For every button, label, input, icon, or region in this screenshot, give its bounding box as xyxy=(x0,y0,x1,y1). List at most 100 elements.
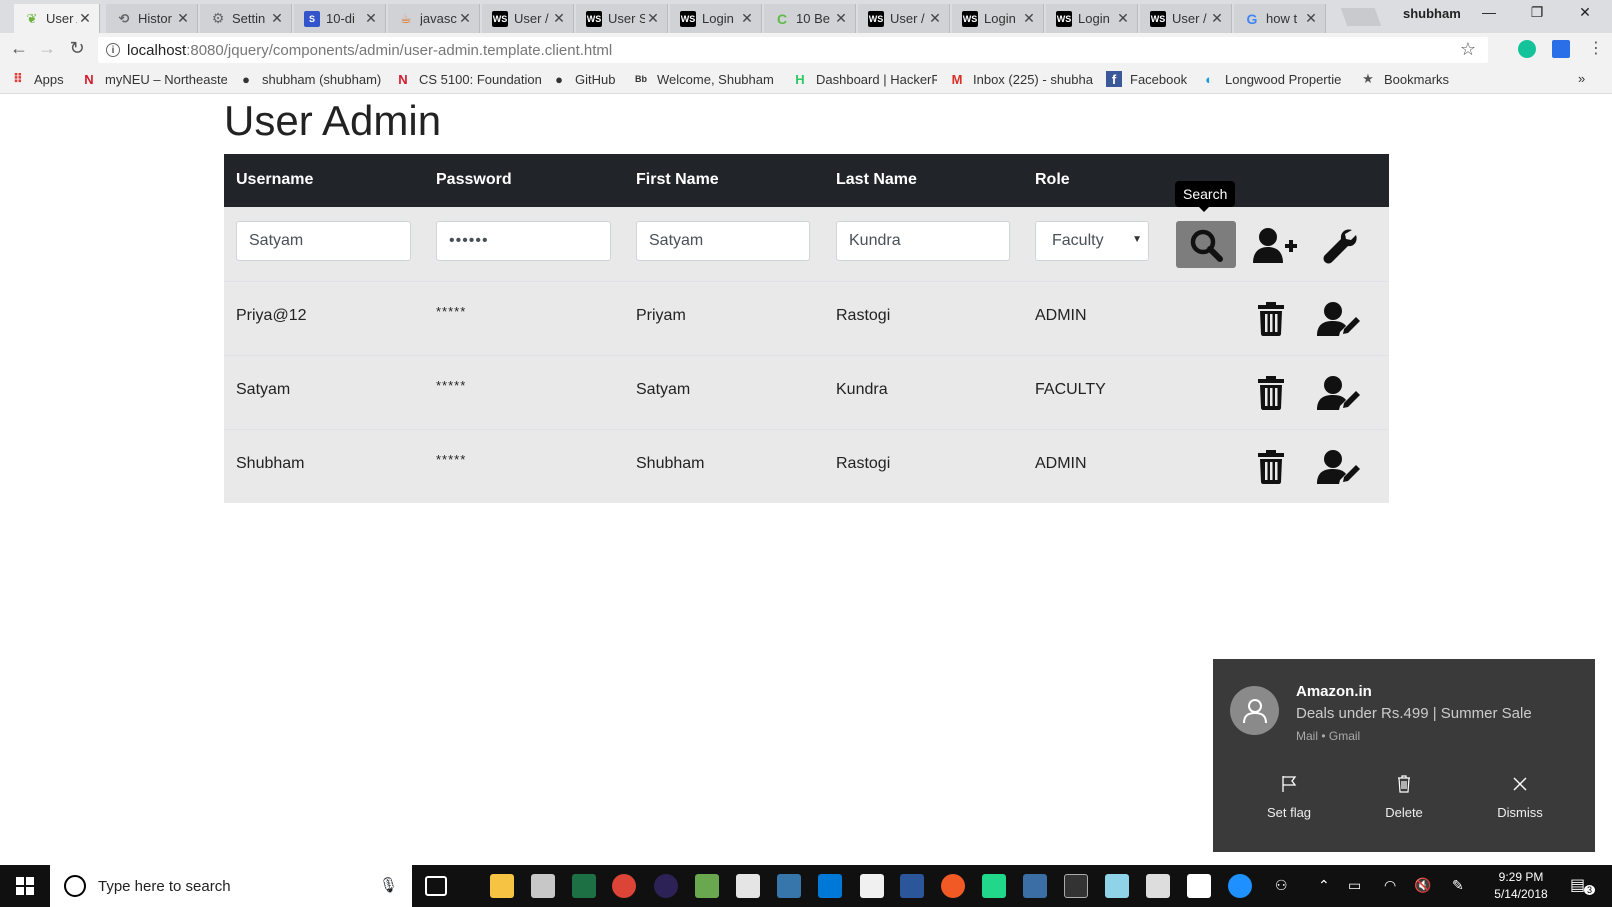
tab-google-how[interactable]: G how t ✕ xyxy=(1234,4,1326,33)
system-clock[interactable]: 9:29 PM 5/14/2018 xyxy=(1486,869,1556,903)
edit-button[interactable] xyxy=(1316,374,1362,412)
close-icon[interactable]: ✕ xyxy=(1021,10,1037,27)
bookmark-star-icon[interactable]: ☆ xyxy=(1460,39,1476,60)
add-user-button[interactable] xyxy=(1252,225,1298,265)
tab-user-admin[interactable]: ❦ User A ✕ xyxy=(14,4,100,33)
search-button[interactable] xyxy=(1176,221,1236,268)
close-icon[interactable]: ✕ xyxy=(363,10,379,27)
window-close-icon[interactable]: ✕ xyxy=(1562,4,1608,21)
taskbar-search[interactable]: Type here to search 🎙 xyxy=(50,865,412,907)
word-icon[interactable] xyxy=(900,874,924,898)
notepad-icon[interactable] xyxy=(736,874,760,898)
close-icon[interactable]: ✕ xyxy=(1303,10,1319,27)
close-icon[interactable]: ✕ xyxy=(833,10,849,27)
sql-workbench-icon[interactable] xyxy=(1023,874,1047,898)
tab-user-2[interactable]: WS User S ✕ xyxy=(576,4,668,33)
back-arrow-icon[interactable]: ← xyxy=(7,38,31,59)
task-view-icon[interactable] xyxy=(425,876,447,896)
close-icon[interactable]: ✕ xyxy=(739,10,755,27)
close-icon[interactable]: ✕ xyxy=(645,10,661,27)
close-icon[interactable]: ✕ xyxy=(551,10,567,27)
username-input[interactable] xyxy=(236,221,411,261)
bookmark-gmail[interactable]: M Inbox (225) - shubha xyxy=(949,71,1094,87)
tab-login-3[interactable]: WS Login ✕ xyxy=(1046,4,1138,33)
battery-icon[interactable]: ▭ xyxy=(1348,877,1361,894)
virtualbox-icon[interactable] xyxy=(1105,874,1129,898)
mail-notification[interactable]: Amazon.in Deals under Rs.499 | Summer Sa… xyxy=(1213,659,1595,852)
wifi-icon[interactable]: ◠ xyxy=(1384,877,1396,894)
bookmark-cs5100[interactable]: N CS 5100: Foundation xyxy=(395,71,541,87)
tab-javascript[interactable]: ☕ javasc ✕ xyxy=(388,4,480,33)
edit-button[interactable] xyxy=(1316,300,1362,338)
terminal-icon[interactable] xyxy=(1064,874,1088,898)
store-icon[interactable] xyxy=(531,874,555,898)
forward-arrow-icon[interactable]: → xyxy=(35,38,59,59)
action-center-icon[interactable]: ▤ 3 xyxy=(1570,875,1596,895)
bookmark-folder[interactable]: ★ Bookmarks xyxy=(1360,71,1449,87)
chrome-icon[interactable] xyxy=(612,874,636,898)
restore-icon[interactable]: ❐ xyxy=(1514,4,1560,21)
address-bar[interactable]: i localhost:8080/jquery/components/admin… xyxy=(98,37,1488,63)
close-icon[interactable]: ✕ xyxy=(927,10,943,27)
tab-user-1[interactable]: WS User / ✕ xyxy=(482,4,574,33)
edge-icon[interactable] xyxy=(818,874,842,898)
bookmark-apps[interactable]: ⠿ Apps xyxy=(10,71,64,87)
tab-login-2[interactable]: WS Login ✕ xyxy=(952,4,1044,33)
close-icon[interactable]: ✕ xyxy=(77,10,93,27)
update-button[interactable] xyxy=(1319,225,1359,267)
tab-10-di[interactable]: S 10-di ✕ xyxy=(294,4,386,33)
close-icon[interactable]: ✕ xyxy=(1209,10,1225,27)
help-icon[interactable] xyxy=(1228,874,1252,898)
first-name-input[interactable] xyxy=(636,221,810,261)
windows-start-button[interactable] xyxy=(16,877,34,900)
role-select[interactable]: Faculty ▼ xyxy=(1035,221,1149,261)
people-icon[interactable]: ⚇ xyxy=(1275,877,1288,894)
bookmark-facebook[interactable]: f Facebook xyxy=(1106,71,1187,87)
bookmark-longwood[interactable]: ◐ Longwood Propertie xyxy=(1201,71,1346,87)
eclipse-icon[interactable] xyxy=(654,874,678,898)
bookmark-github[interactable]: ● GitHub xyxy=(551,71,615,87)
set-flag-button[interactable]: Set flag xyxy=(1239,769,1339,820)
close-icon[interactable]: ✕ xyxy=(269,10,285,27)
tab-10-be[interactable]: C 10 Be ✕ xyxy=(764,4,856,33)
profile-name[interactable]: shubham xyxy=(1403,6,1461,21)
sticky-notes-icon[interactable] xyxy=(860,874,884,898)
delete-button[interactable] xyxy=(1256,450,1286,484)
chart-app-icon[interactable] xyxy=(695,874,719,898)
python-icon[interactable] xyxy=(777,874,801,898)
microphone-icon[interactable]: 🎙 xyxy=(379,876,398,894)
bookmark-hackerrank[interactable]: H Dashboard | HackerR xyxy=(792,71,937,87)
new-tab-button[interactable] xyxy=(1340,8,1382,26)
delete-notification-button[interactable]: Delete xyxy=(1354,769,1454,820)
photos-icon[interactable] xyxy=(1187,874,1211,898)
file-explorer-icon[interactable] xyxy=(490,874,514,898)
chevron-up-icon[interactable]: ⌃ xyxy=(1318,877,1330,894)
bookmark-myneu[interactable]: NmyNEU – Northeaste xyxy=(81,71,227,87)
delete-button[interactable] xyxy=(1256,376,1286,410)
reload-icon[interactable]: ↻ xyxy=(65,38,89,59)
dismiss-button[interactable]: Dismiss xyxy=(1470,769,1570,820)
extension-icon[interactable] xyxy=(1552,40,1570,58)
grammarly-icon[interactable] xyxy=(1518,40,1536,58)
tab-user-3[interactable]: WS User / ✕ xyxy=(858,4,950,33)
minimize-icon[interactable]: — xyxy=(1466,4,1512,20)
close-icon[interactable]: ✕ xyxy=(1115,10,1131,27)
info-icon[interactable]: i xyxy=(106,43,120,57)
close-icon[interactable]: ✕ xyxy=(457,10,473,27)
excel-icon[interactable] xyxy=(572,874,596,898)
tab-user-4[interactable]: WS User / ✕ xyxy=(1140,4,1232,33)
volume-mute-icon[interactable]: 🔇 xyxy=(1414,877,1431,894)
bookmark-blackboard[interactable]: Bb Welcome, Shubham xyxy=(633,71,774,87)
password-input[interactable] xyxy=(436,221,611,261)
pen-icon[interactable]: ✎ xyxy=(1452,877,1464,894)
tab-settings[interactable]: ⚙ Settin ✕ xyxy=(200,4,292,33)
mail-icon[interactable] xyxy=(1146,874,1170,898)
edit-button[interactable] xyxy=(1316,448,1362,486)
bookmark-shubham-github[interactable]: ● shubham (shubham) xyxy=(238,71,381,87)
postman-icon[interactable] xyxy=(941,874,965,898)
bookmarks-overflow-icon[interactable]: » xyxy=(1578,71,1585,86)
delete-button[interactable] xyxy=(1256,302,1286,336)
tab-history[interactable]: ⟲ Histor ✕ xyxy=(106,4,198,33)
tab-login-1[interactable]: WS Login ✕ xyxy=(670,4,762,33)
close-icon[interactable]: ✕ xyxy=(175,10,191,27)
